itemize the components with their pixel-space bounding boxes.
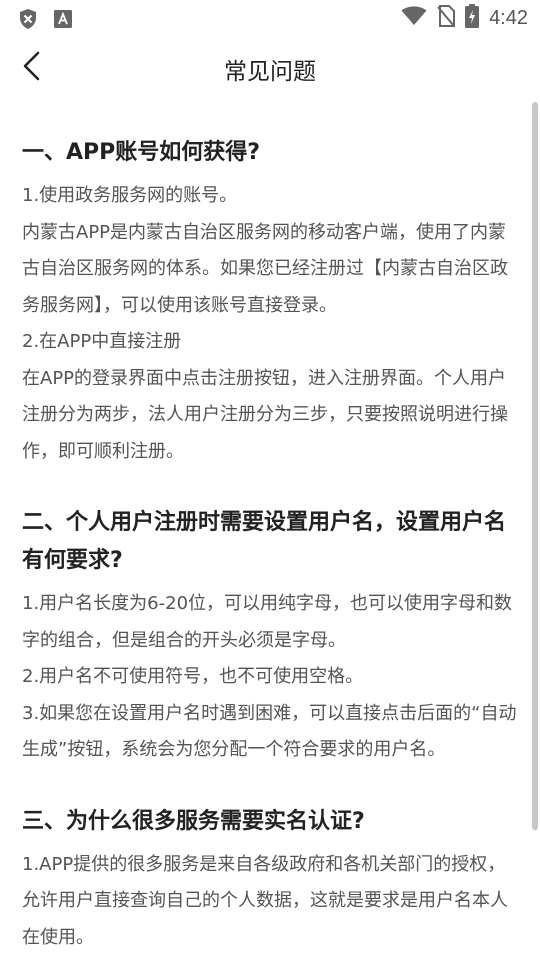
status-time: 4:42 [489, 6, 528, 29]
app-bar: 常见问题 [0, 36, 540, 100]
status-bar: 4:42 [0, 0, 540, 36]
battery-charging-icon [465, 4, 480, 32]
no-sim-icon [437, 5, 456, 31]
faq-answer-paragraph: 在APP的登录界面中点击注册按钮，进入注册界面。个人用户注册分为两步，法人用户注… [22, 367, 508, 462]
faq-question: 三、为什么很多服务需要实名认证? [22, 808, 365, 834]
wifi-icon [401, 6, 427, 30]
faq-question: 一、APP账号如何获得? [22, 140, 261, 165]
faq-section-2: 二、个人用户注册时需要设置用户名，设置用户名有何要求? 1.用户名长度为6-20… [22, 504, 518, 769]
faq-answer-paragraph: 1.APP提供的很多服务是来自各级政府和各机关部门的授权，允许用户直接查询自己的… [22, 853, 508, 948]
faq-answer-paragraph: 1.用户名长度为6-20位，可以用纯字母，也可以使用字母和数字的组合，但是组合的… [22, 593, 513, 651]
faq-content[interactable]: 一、APP账号如何获得? 1.使用政务服务网的账号。 内蒙古APP是内蒙古自治区… [0, 100, 540, 960]
faq-answer-paragraph: 1.使用政务服务网的账号。 [22, 185, 238, 206]
faq-section-1: 一、APP账号如何获得? 1.使用政务服务网的账号。 内蒙古APP是内蒙古自治区… [22, 134, 518, 470]
scrollbar[interactable] [532, 102, 538, 830]
shield-icon [18, 8, 38, 34]
page-title: 常见问题 [224, 59, 316, 85]
faq-answer-paragraph: 2.在APP中直接注册 [22, 331, 182, 352]
faq-question: 二、个人用户注册时需要设置用户名，设置用户名有何要求? [22, 510, 507, 573]
faq-answer-paragraph: 3.如果您在设置用户名时遇到困难，可以直接点击后面的“自动生成”按钮，系统会为您… [22, 702, 517, 761]
faq-answer-paragraph: 2.用户名不可使用符号，也不可使用空格。 [22, 666, 364, 687]
faq-section-3: 三、为什么很多服务需要实名认证? 1.APP提供的很多服务是来自各级政府和各机关… [22, 803, 518, 957]
faq-answer-paragraph: 内蒙古APP是内蒙古自治区服务网的移动客户端，使用了内蒙古自治区服务网的体系。如… [22, 221, 508, 316]
font-a-icon [54, 10, 72, 32]
